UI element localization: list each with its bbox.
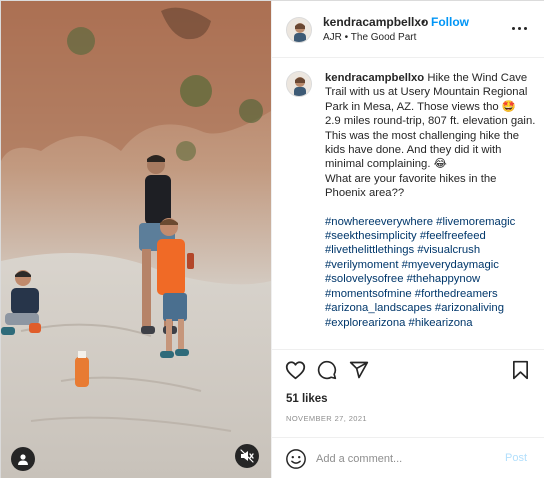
comment-icon xyxy=(317,360,337,380)
hashtag-link[interactable]: #livemoremagic xyxy=(436,216,515,228)
profile-photo xyxy=(287,72,311,96)
tagged-users-button[interactable] xyxy=(11,447,35,471)
caption-avatar[interactable] xyxy=(286,71,312,97)
like-count[interactable]: 51 likes xyxy=(286,393,328,405)
save-button[interactable] xyxy=(508,358,532,382)
comment-input[interactable] xyxy=(316,451,496,467)
action-bar xyxy=(272,358,544,384)
comment-button[interactable] xyxy=(315,358,339,382)
mute-button[interactable] xyxy=(235,444,259,468)
audio-label[interactable]: AJR • The Good Part xyxy=(323,32,416,43)
hashtag-link[interactable]: #seekthesimplicity xyxy=(325,230,417,242)
more-icon-dot xyxy=(523,26,527,30)
hashtag-link[interactable]: #visualcrush xyxy=(417,244,480,256)
hashtag-link[interactable]: #hikearizona xyxy=(409,317,473,329)
avatar[interactable] xyxy=(286,17,312,43)
muted-speaker-icon xyxy=(240,449,254,463)
hashtag-link[interactable]: #arizona_landscapes xyxy=(325,302,432,314)
more-icon-dot xyxy=(517,26,521,30)
post-comment-button[interactable]: Post xyxy=(505,452,527,464)
post-header: kendracampbellxo • Follow AJR • The Good… xyxy=(272,1,544,57)
hike-photo xyxy=(1,1,271,478)
more-options-button[interactable] xyxy=(508,19,530,37)
user-icon xyxy=(18,454,28,465)
share-button[interactable] xyxy=(347,358,371,382)
hashtag-link[interactable]: #arizonaliving xyxy=(435,302,504,314)
heart-icon xyxy=(285,361,305,380)
emoji-icon xyxy=(286,449,306,469)
caption-section: kendracampbellxo Hike the Wind Cave Trai… xyxy=(272,58,544,349)
caption-divider xyxy=(272,349,544,350)
hashtag-link[interactable]: #forthedreamers xyxy=(415,288,498,300)
hashtag-link[interactable]: #verilymoment xyxy=(325,259,398,271)
hashtag-list: #nowhereeverywhere #livemoremagic #seekt… xyxy=(325,215,539,330)
follow-button[interactable]: Follow xyxy=(431,15,469,29)
more-icon xyxy=(511,26,515,30)
caption-line-2: 2.9 miles round-trip, 807 ft. elevation … xyxy=(325,115,536,171)
hashtag-link[interactable]: #feelfreefeed xyxy=(420,230,486,242)
instagram-post: kendracampbellxo • Follow AJR • The Good… xyxy=(0,0,544,478)
caption-username[interactable]: kendracampbellxo xyxy=(325,72,424,84)
post-media[interactable] xyxy=(1,1,271,478)
emoji-button[interactable] xyxy=(285,448,307,470)
share-icon xyxy=(349,361,369,379)
like-button[interactable] xyxy=(283,358,307,382)
post-details-panel: kendracampbellxo • Follow AJR • The Good… xyxy=(271,1,544,478)
hashtag-link[interactable]: #explorearizona xyxy=(325,317,405,329)
hashtag-link[interactable]: #solovelysofree xyxy=(325,273,404,285)
hashtag-link[interactable]: #livethelittlethings xyxy=(325,244,414,256)
hashtag-link[interactable]: #momentsofmine xyxy=(325,288,412,300)
caption-text: kendracampbellxo Hike the Wind Cave Trai… xyxy=(325,71,539,330)
caption-line-3: What are your favorite hikes in the Phoe… xyxy=(325,172,497,200)
hashtag-link[interactable]: #myeverydaymagic xyxy=(402,259,499,271)
separator-dot: • xyxy=(421,15,426,29)
hashtag-link[interactable]: #nowhereeverywhere xyxy=(325,216,433,228)
bookmark-icon xyxy=(512,360,528,380)
post-date: NOVEMBER 27, 2021 xyxy=(286,414,368,423)
username-link[interactable]: kendracampbellxo xyxy=(323,15,428,29)
profile-photo xyxy=(287,18,311,42)
hashtag-link[interactable]: #thehappynow xyxy=(407,273,481,285)
comment-bar: Post xyxy=(272,438,544,478)
